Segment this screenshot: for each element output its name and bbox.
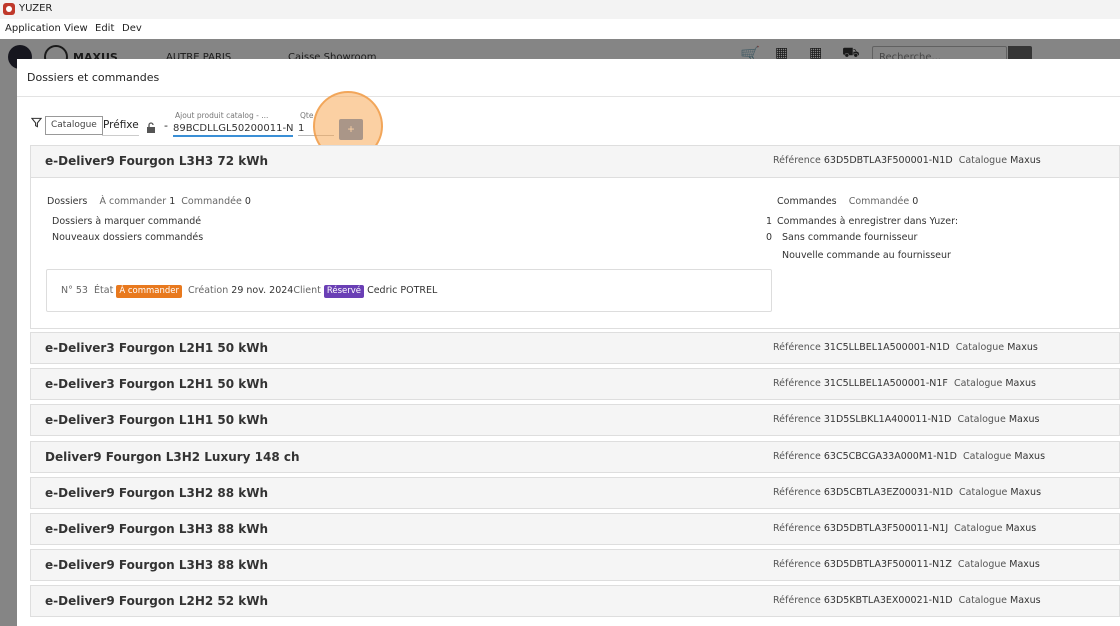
- commandes-summary: Commandes Commandée 0: [777, 196, 919, 207]
- dossiers-commandes-modal: Dossiers et commandes Catalogue Préfixe …: [17, 59, 1120, 626]
- product-field-label: Ajout produit catalog - ...: [175, 111, 269, 120]
- commandes-to-register-count: 1: [766, 216, 773, 227]
- dossiers-summary: Dossiers À commander 1 Commandée 0: [47, 196, 251, 207]
- list-item[interactable]: e-Deliver9 Fourgon L3H3 88 kWh Référence…: [30, 549, 1120, 581]
- list-item[interactable]: e-Deliver3 Fourgon L2H1 50 kWh Référence…: [30, 332, 1120, 364]
- yuzer-logo-icon: [3, 3, 15, 15]
- item-reference: Référence 63D5CBTLA3EZ00031-N1D Catalogu…: [773, 487, 1042, 498]
- menu-view[interactable]: View: [64, 23, 88, 34]
- expanded-item-header[interactable]: e-Deliver9 Fourgon L3H3 72 kWh Référence…: [30, 145, 1120, 178]
- item-name: e-Deliver9 Fourgon L2H2 52 kWh: [45, 594, 269, 608]
- list-item[interactable]: e-Deliver9 Fourgon L2H2 52 kWh Référence…: [30, 585, 1120, 617]
- menu-bar: Application View Edit Dev: [0, 19, 1120, 39]
- without-supplier-order-count: 0: [766, 232, 773, 243]
- modal-title: Dossiers et commandes: [27, 71, 160, 84]
- catalogue-filter-chip[interactable]: Catalogue: [45, 116, 103, 135]
- item-name: e-Deliver3 Fourgon L2H1 50 kWh: [45, 341, 269, 355]
- window-title-bar: YUZER: [0, 0, 1120, 19]
- without-supplier-order-link[interactable]: Sans commande fournisseur: [782, 232, 917, 243]
- dossier-card[interactable]: N° 53 État À commander Création 29 nov. …: [46, 269, 772, 312]
- menu-dev[interactable]: Dev: [122, 23, 142, 34]
- menu-edit[interactable]: Edit: [95, 23, 114, 34]
- item-reference: Référence 63C5CBCGA33A000M1-N1D Catalogu…: [773, 451, 1046, 462]
- window-title: YUZER: [19, 3, 53, 14]
- list-item[interactable]: e-Deliver9 Fourgon L3H3 88 kWh Référence…: [30, 513, 1120, 545]
- list-item[interactable]: e-Deliver3 Fourgon L2H1 50 kWh Référence…: [30, 368, 1120, 400]
- prefix-underline: [102, 135, 139, 136]
- menu-application[interactable]: Application: [5, 23, 61, 34]
- qty-field-label: Qte: [300, 111, 314, 120]
- item-reference: Référence 63D5DBTLA3F500001-N1D Catalogu…: [773, 155, 1041, 166]
- new-supplier-order-link[interactable]: Nouvelle commande au fournisseur: [782, 250, 951, 261]
- unlock-icon[interactable]: [146, 118, 156, 133]
- item-name: e-Deliver9 Fourgon L3H3 72 kWh: [45, 154, 269, 168]
- commandes-to-register-link[interactable]: Commandes à enregistrer dans Yuzer:: [777, 216, 958, 227]
- list-item[interactable]: Deliver9 Fourgon L3H2 Luxury 148 ch Réfé…: [30, 441, 1120, 473]
- list-item[interactable]: e-Deliver3 Fourgon L1H1 50 kWh Référence…: [30, 404, 1120, 436]
- item-name: e-Deliver3 Fourgon L2H1 50 kWh: [45, 377, 269, 391]
- modal-header: Dossiers et commandes: [17, 59, 1120, 97]
- item-reference: Référence 63D5DBTLA3F500011-N1Z Catalogu…: [773, 559, 1040, 570]
- filter-icon[interactable]: [30, 117, 43, 132]
- list-item[interactable]: e-Deliver9 Fourgon L3H2 88 kWh Référence…: [30, 477, 1120, 509]
- qty-input[interactable]: [298, 121, 334, 136]
- item-reference: Référence 31C5LLBEL1A500001-N1F Catalogu…: [773, 378, 1036, 389]
- separator-dash: -: [164, 119, 168, 132]
- prefix-field[interactable]: Préfixe: [103, 119, 139, 131]
- item-name: e-Deliver9 Fourgon L3H3 88 kWh: [45, 522, 269, 536]
- item-reference: Référence 63D5DBTLA3F500011-N1J Catalogu…: [773, 523, 1037, 534]
- dossier-card-details: N° 53 État À commander Création 29 nov. …: [61, 285, 438, 298]
- item-reference: Référence 63D5KBTLA3EX00021-N1D Catalogu…: [773, 595, 1041, 606]
- item-name: e-Deliver9 Fourgon L3H3 88 kWh: [45, 558, 269, 572]
- reserved-badge: Réservé: [323, 285, 365, 298]
- product-catalog-input[interactable]: [173, 121, 293, 137]
- dossiers-to-mark-link[interactable]: Dossiers à marquer commandé: [52, 216, 201, 227]
- item-name: Deliver9 Fourgon L3H2 Luxury 148 ch: [45, 450, 300, 464]
- item-reference: Référence 31D5SLBKL1A400011-N1D Catalogu…: [773, 414, 1040, 425]
- new-dossiers-ordered-link[interactable]: Nouveaux dossiers commandés: [52, 232, 203, 243]
- state-badge: À commander: [116, 285, 182, 298]
- item-reference: Référence 31C5LLBEL1A500001-N1D Catalogu…: [773, 342, 1038, 353]
- item-name: e-Deliver3 Fourgon L1H1 50 kWh: [45, 413, 269, 427]
- add-product-button[interactable]: +: [339, 119, 363, 140]
- expanded-item-details: Dossiers À commander 1 Commandée 0 Dossi…: [30, 177, 1120, 329]
- item-name: e-Deliver9 Fourgon L3H2 88 kWh: [45, 486, 269, 500]
